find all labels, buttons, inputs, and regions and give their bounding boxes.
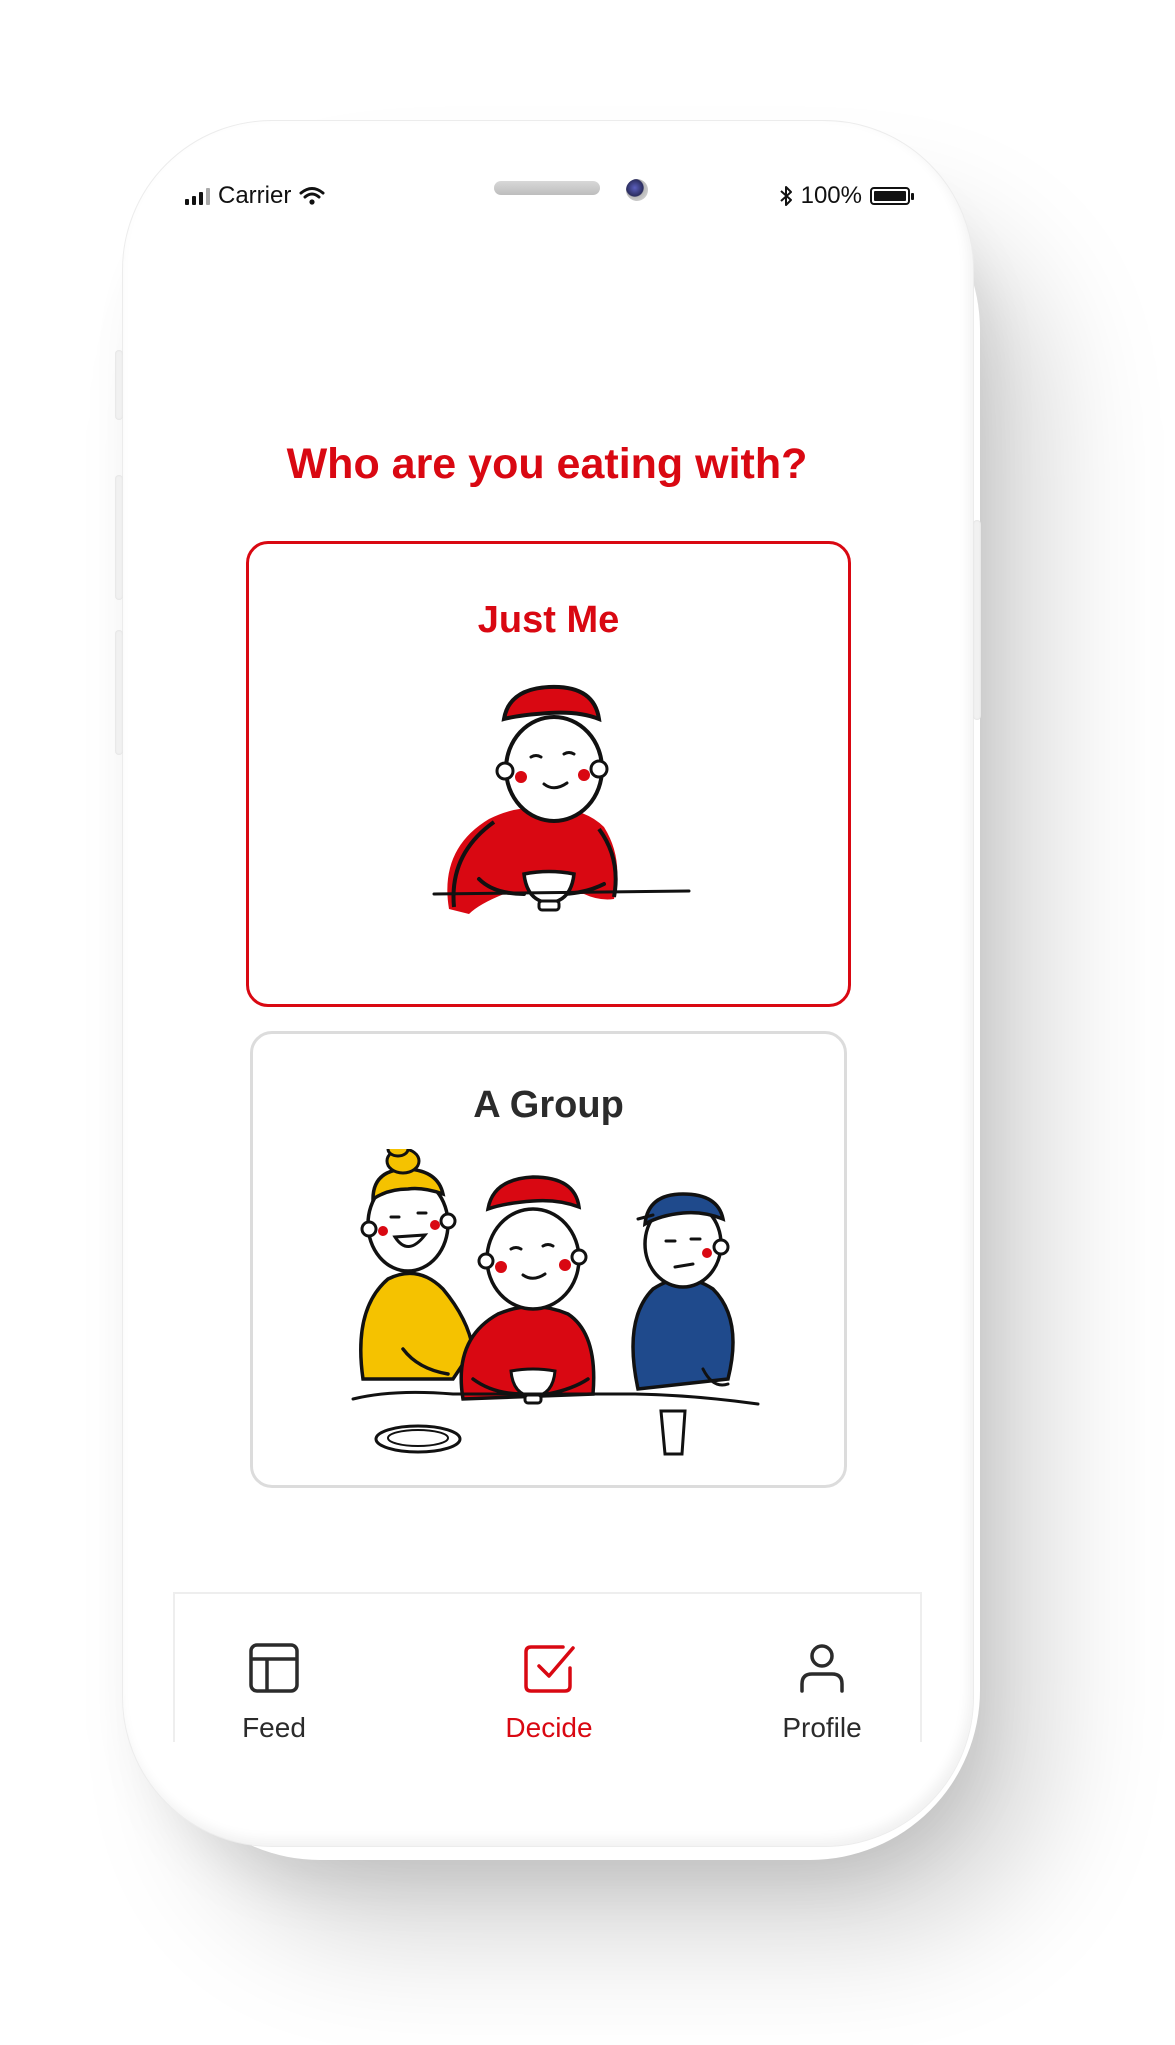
solo-diner-illustration [432, 684, 691, 914]
volume-up-button [115, 475, 123, 600]
bluetooth-icon [779, 186, 792, 206]
tab-bar: Feed Decide Profile [173, 1592, 922, 1744]
tab-profile[interactable]: Profile [732, 1594, 912, 1744]
wifi-icon [299, 187, 325, 205]
mute-switch [115, 350, 123, 420]
user-icon [800, 1644, 844, 1693]
status-left: Carrier [185, 178, 325, 214]
status-bar: Carrier 100% [185, 178, 914, 214]
group-diners-illustration [351, 1149, 760, 1456]
power-button [973, 520, 981, 720]
layout-icon [249, 1643, 299, 1693]
checkbox-icon [524, 1645, 575, 1693]
signal-icon [185, 187, 210, 205]
tab-profile-label: Profile [782, 1712, 862, 1743]
carrier-label: Carrier [218, 182, 292, 209]
volume-down-button [115, 630, 123, 755]
battery-percent: 100% [800, 182, 862, 209]
battery-icon [870, 187, 914, 205]
option-just-me-label: Just Me [477, 599, 620, 641]
tab-feed-label: Feed [242, 1712, 306, 1743]
page-title: Who are you eating with? [286, 440, 808, 488]
tab-feed[interactable]: Feed [184, 1594, 364, 1744]
tab-decide-label: Decide [505, 1712, 593, 1743]
option-just-me[interactable]: Just Me [246, 541, 851, 1007]
tab-decide[interactable]: Decide [459, 1594, 639, 1744]
status-right: 100% [779, 178, 914, 214]
option-group[interactable]: A Group [250, 1031, 847, 1488]
option-group-label: A Group [473, 1084, 624, 1126]
